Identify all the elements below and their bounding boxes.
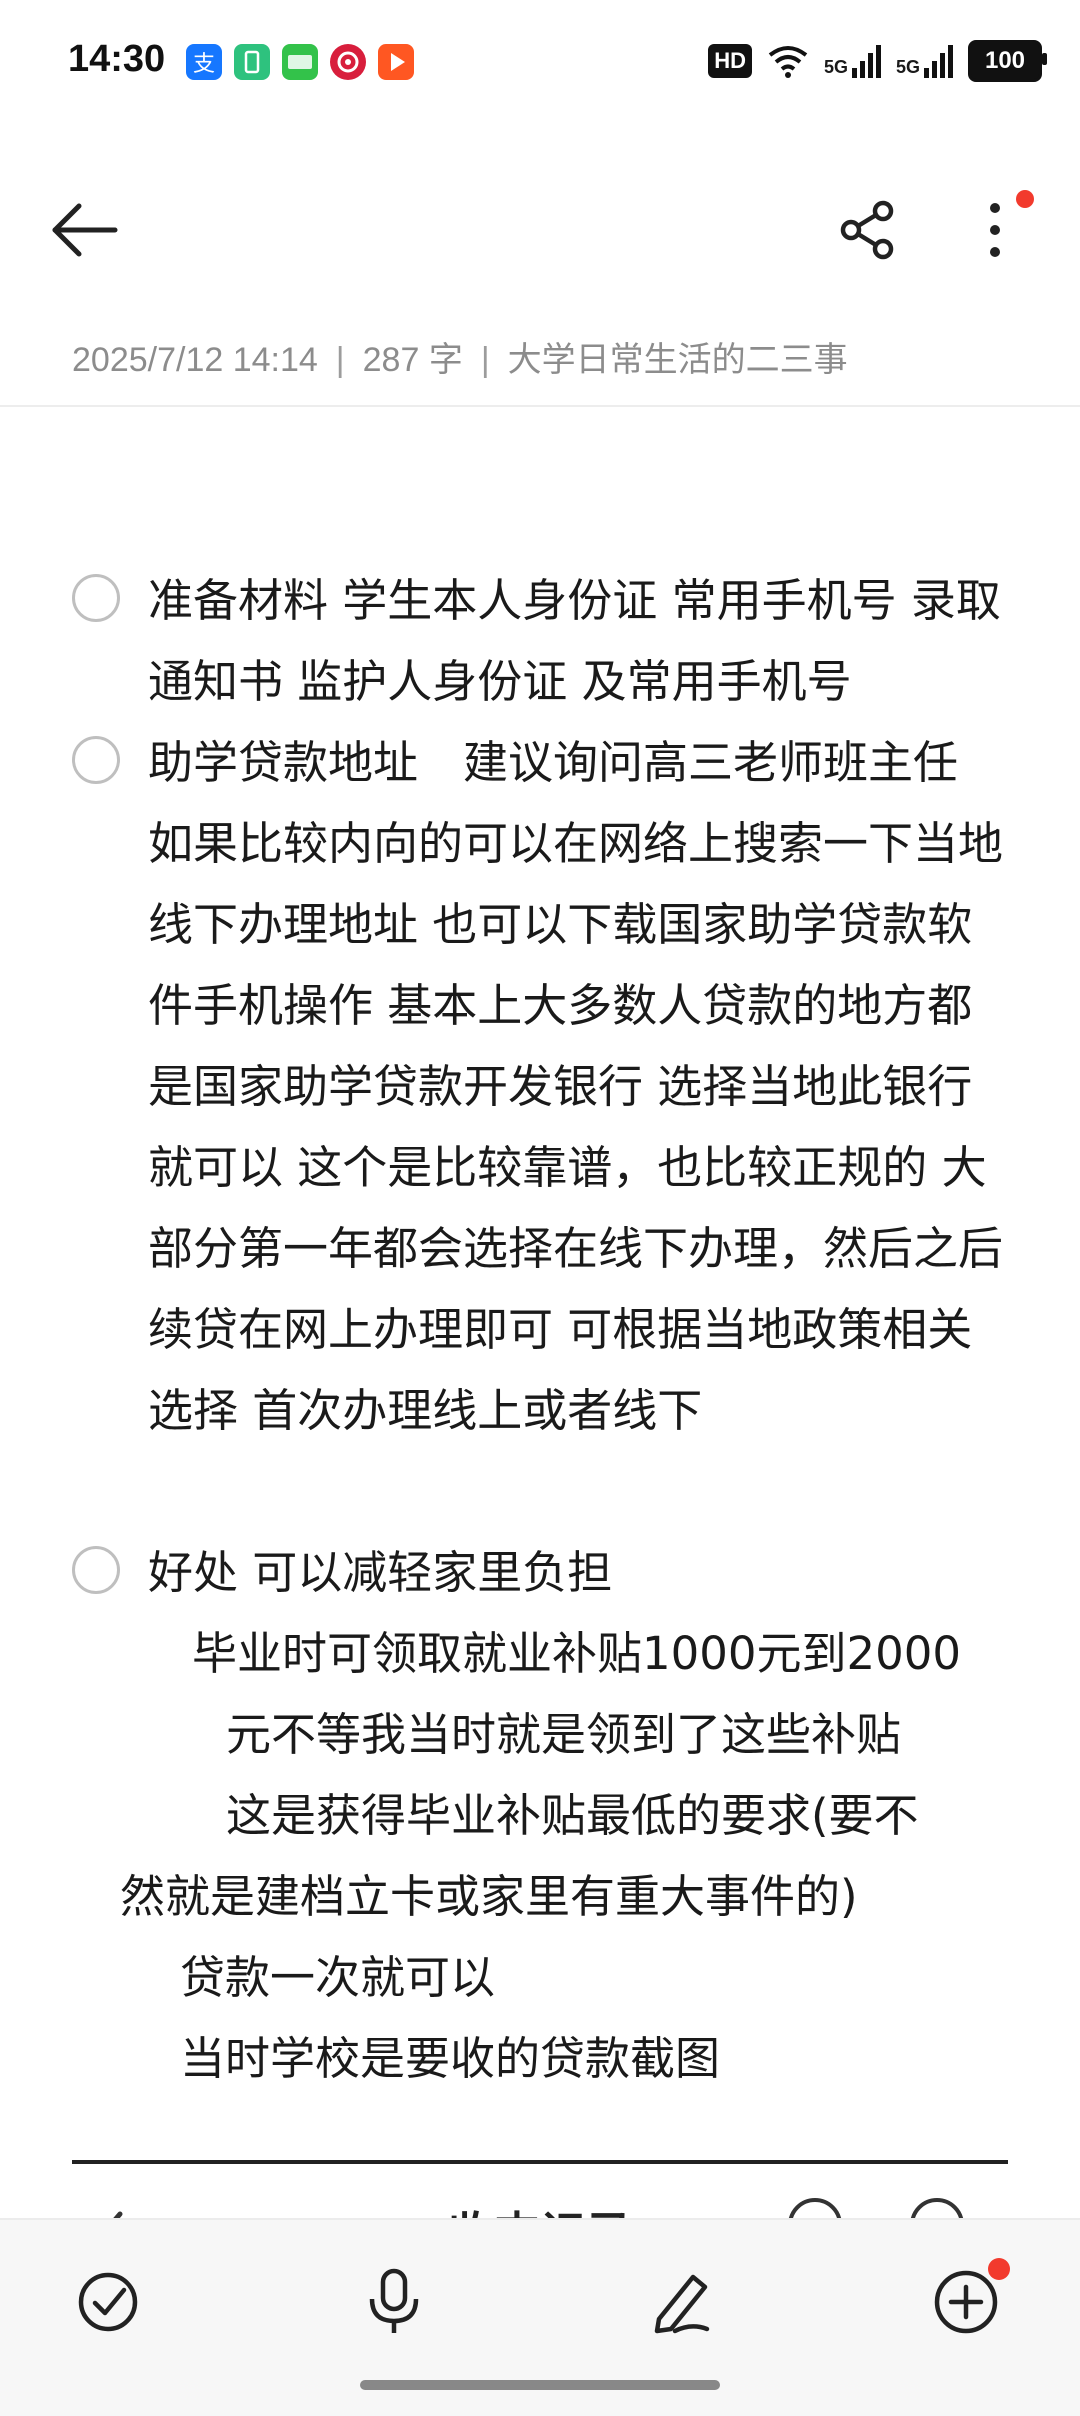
signal-1: 5G bbox=[824, 44, 882, 78]
word-count: 287 字 bbox=[362, 341, 463, 379]
note-meta: 2025/7/12 14:14 | 287 字 | 大学日常生活的二三事 bbox=[72, 332, 848, 381]
signal-bars-icon bbox=[924, 45, 953, 78]
iqiyi-icon bbox=[282, 44, 318, 80]
paragraph-line: 毕业时可领取就业补贴1000元到2000 bbox=[192, 1627, 962, 1680]
todo-text: 好处 可以减轻家里负担 bbox=[148, 1546, 613, 1599]
todo-text: 助学贷款地址 建议询问高三老师班主任 如果比较内向的可以在网络上搜索一下当地线下… bbox=[148, 736, 1004, 1437]
todo-item[interactable]: 准备材料 学生本人身份证 常用手机号 录取通知书 监护人身份证 及常用手机号 bbox=[72, 560, 1012, 722]
separator: | bbox=[480, 341, 490, 379]
alipay-icon: 支 bbox=[186, 44, 222, 80]
todo-item[interactable]: 助学贷款地址 建议询问高三老师班主任 如果比较内向的可以在网络上搜索一下当地线下… bbox=[72, 722, 1012, 1451]
todo-checkbox[interactable] bbox=[72, 1546, 120, 1594]
status-time: 14:30 bbox=[68, 38, 166, 80]
wifi-icon bbox=[768, 46, 808, 78]
target-app-icon bbox=[330, 44, 366, 80]
todo-checkbox[interactable] bbox=[72, 736, 120, 784]
paragraph-line: 贷款一次就可以 bbox=[180, 1951, 496, 2004]
svg-text:支: 支 bbox=[193, 52, 215, 77]
pen-icon[interactable] bbox=[640, 2262, 720, 2342]
share-icon[interactable] bbox=[828, 190, 908, 270]
todo-item[interactable]: 好处 可以减轻家里负担 bbox=[72, 1532, 1012, 1613]
video-play-icon bbox=[378, 44, 414, 80]
app-bar bbox=[0, 160, 1080, 300]
signal-bars-icon bbox=[851, 45, 881, 78]
folder-name[interactable]: 大学日常生活的二三事 bbox=[508, 341, 848, 379]
battery-app-icon bbox=[234, 44, 270, 80]
microphone-icon[interactable] bbox=[354, 2262, 434, 2342]
paragraph-line: 这是获得毕业补贴最低的要求(要不 bbox=[226, 1789, 919, 1842]
notification-dot bbox=[1016, 190, 1034, 208]
paragraph-line: 然就是建档立卡或家里有重大事件的) bbox=[120, 1870, 858, 1923]
paragraph-line: 元不等我当时就是领到了这些补贴 bbox=[226, 1708, 902, 1761]
status-bar: 14:30 支 HD 5G 5G 100 bbox=[0, 0, 1080, 128]
note-datetime: 2025/7/12 14:14 bbox=[72, 341, 318, 379]
note-content[interactable]: 准备材料 学生本人身份证 常用手机号 录取通知书 监护人身份证 及常用手机号 助… bbox=[0, 408, 1080, 2218]
todo-checkbox[interactable] bbox=[72, 574, 120, 622]
status-icons: HD 5G 5G 100 bbox=[708, 40, 1047, 82]
home-indicator[interactable] bbox=[360, 2380, 720, 2390]
separator: | bbox=[335, 341, 345, 379]
header-divider bbox=[0, 405, 1080, 407]
table-top-border bbox=[72, 2160, 1008, 2164]
battery-indicator: 100 bbox=[968, 40, 1047, 82]
back-arrow-icon[interactable] bbox=[44, 190, 124, 270]
notification-dot bbox=[988, 2258, 1010, 2280]
hd-badge: HD bbox=[708, 44, 752, 78]
checklist-icon[interactable] bbox=[68, 2262, 148, 2342]
clipped-text bbox=[72, 408, 232, 429]
todo-text: 准备材料 学生本人身份证 常用手机号 录取通知书 监护人身份证 及常用手机号 bbox=[148, 574, 1001, 708]
paragraph-line: 当时学校是要收的贷款截图 bbox=[180, 2032, 721, 2085]
signal-2: 5G bbox=[896, 44, 954, 78]
